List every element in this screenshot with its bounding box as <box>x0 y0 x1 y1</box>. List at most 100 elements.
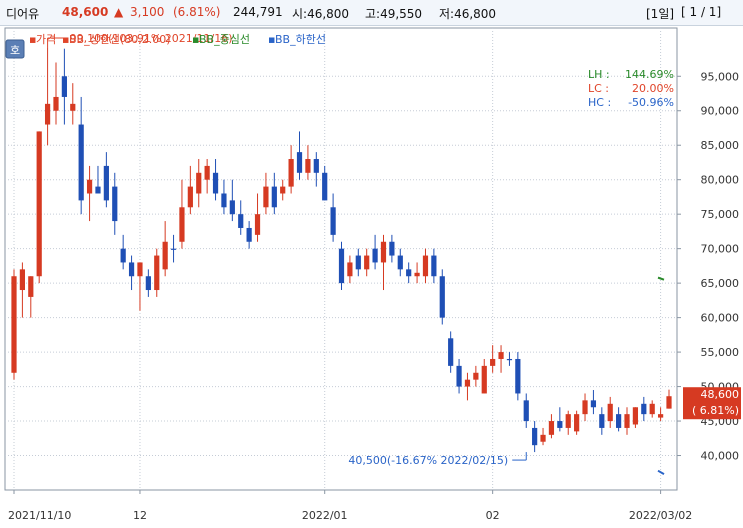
candle-body <box>221 193 227 208</box>
candle-body <box>481 365 487 394</box>
candle-body <box>506 358 513 361</box>
open-price: 시:46,800 <box>292 7 350 21</box>
candle-body <box>246 227 252 242</box>
candle-body <box>288 159 294 187</box>
page-indicator: [ 1 / 1] <box>681 5 722 19</box>
candle-body <box>666 396 672 409</box>
candle-body <box>120 248 126 263</box>
candle-body <box>78 124 84 201</box>
candle-body <box>112 186 118 222</box>
candle-body <box>557 421 563 428</box>
candle-body <box>330 207 336 235</box>
candle-body <box>565 414 571 428</box>
candle-body <box>238 214 244 228</box>
price-tag-pct: ( 6.81%) <box>692 404 739 417</box>
candle-body <box>137 262 143 277</box>
y-tick-label: 75,000 <box>701 208 740 221</box>
legend-bb-upper: BB_상한선(80,2.00) <box>69 33 171 46</box>
candle-body <box>456 365 462 387</box>
stat-lc-label: LC : <box>588 82 609 95</box>
candle-body <box>322 172 328 201</box>
x-tick-label: 2022/01 <box>302 509 348 522</box>
candle-body <box>128 262 135 277</box>
legend-bb-lower: BB_하한선 <box>275 32 326 46</box>
stat-lh-value: 144.69% <box>625 68 674 81</box>
up-arrow-icon: ▲ <box>114 5 124 19</box>
candle-body <box>515 358 521 394</box>
candle-body <box>204 165 210 180</box>
candle-body <box>86 179 93 194</box>
candle-body <box>280 186 286 194</box>
candle-body <box>170 248 177 250</box>
candle-body <box>95 186 101 194</box>
candle-body <box>389 241 395 256</box>
candle-body <box>498 352 504 359</box>
candle-body <box>61 76 67 97</box>
price-change-pct: (6.81%) <box>173 5 221 19</box>
candle-body <box>523 400 529 422</box>
stock-chart-window: 디어유 48,600 ▲ 3,100 (6.81%) 244,791 시:46,… <box>0 0 743 524</box>
y-tick-label: 65,000 <box>701 277 740 290</box>
x-tick-label: 02 <box>486 509 500 522</box>
annotation-min: 40,500(-16.67% 2022/02/15) <box>348 454 508 467</box>
current-price: 48,600 <box>62 5 109 19</box>
candle-body <box>254 214 261 235</box>
volume: 244,791 <box>233 5 283 19</box>
candle-body <box>44 103 51 125</box>
candle-body <box>649 403 655 415</box>
candle-body <box>347 262 353 277</box>
legend-bb-middle: BB_중심선 <box>199 33 250 46</box>
candle-body <box>414 272 420 277</box>
candle-body <box>70 103 76 111</box>
y-tick-label: 70,000 <box>701 243 740 256</box>
candle-body <box>338 248 345 284</box>
candle-body <box>28 276 34 297</box>
candle-body <box>103 165 109 201</box>
candle-body <box>641 403 647 415</box>
current-price-tag: 48,600 ( 6.81%) <box>683 387 741 420</box>
candle-body <box>590 400 597 408</box>
candle-body <box>372 248 378 263</box>
candle-body <box>212 172 219 194</box>
low-price: 저:46,800 <box>439 7 497 21</box>
stat-lc-value: 20.00% <box>632 82 674 95</box>
candle-body <box>229 200 235 215</box>
candle-body <box>145 276 151 291</box>
candle-body <box>313 159 319 173</box>
period-selector[interactable]: [1일] <box>646 5 674 22</box>
candle-body <box>490 358 496 366</box>
candlestick-chart: 40,00045,00050,00055,00060,00065,00070,0… <box>4 27 741 522</box>
y-tick-label: 40,000 <box>701 450 740 463</box>
candle-body <box>154 255 160 291</box>
legend-price: 가격 <box>36 33 56 46</box>
candle-body <box>380 241 387 263</box>
side-button-label: 호 <box>10 44 20 57</box>
stat-hc-value: -50.96% <box>628 96 674 109</box>
stat-lh-label: LH : <box>588 68 610 81</box>
y-tick-label: 85,000 <box>701 139 740 152</box>
candle-body <box>439 276 445 318</box>
candle-body <box>162 241 168 270</box>
candle-body <box>540 434 546 442</box>
y-tick-label: 90,000 <box>701 105 740 118</box>
candle-body <box>271 186 277 208</box>
y-tick-label: 95,000 <box>701 70 740 83</box>
candle-body <box>464 379 471 387</box>
candle-body <box>448 338 454 366</box>
candle-body <box>179 207 185 242</box>
candle-body <box>624 414 630 428</box>
candle-body <box>196 172 202 194</box>
candle-body <box>187 186 193 208</box>
candle-body <box>36 131 42 277</box>
candle-body <box>607 403 613 422</box>
x-tick-label: 2022/03/02 <box>629 509 692 522</box>
candle-body <box>364 255 370 270</box>
candle-body <box>574 414 580 432</box>
candle-body <box>406 269 412 277</box>
candle-body <box>599 414 605 428</box>
candle-body <box>305 159 311 173</box>
x-tick-label: 12 <box>133 509 147 522</box>
header-bar: 디어유 48,600 ▲ 3,100 (6.81%) 244,791 시:46,… <box>0 0 743 26</box>
price-change: 3,100 <box>130 5 165 19</box>
stat-hc-label: HC : <box>588 96 611 109</box>
